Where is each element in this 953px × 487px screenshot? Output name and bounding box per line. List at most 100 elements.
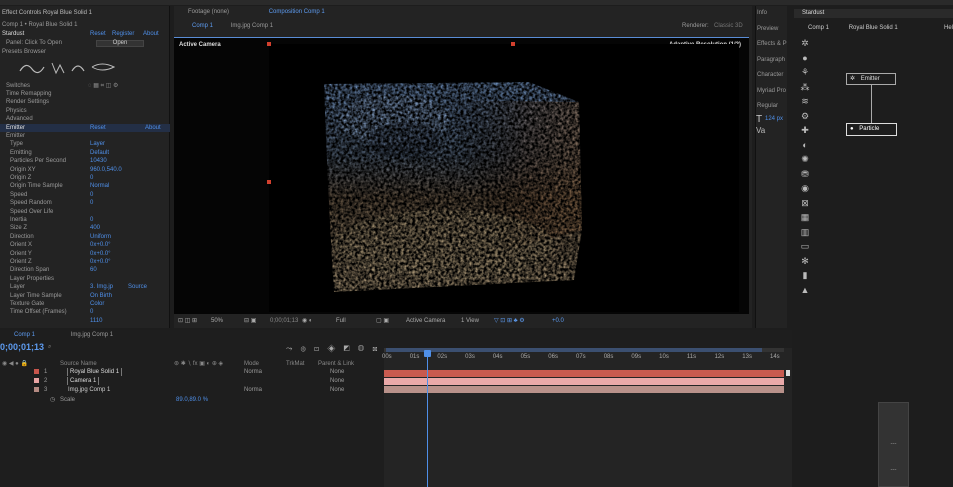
handle-top-mid[interactable] bbox=[511, 42, 515, 46]
layer-bar-2[interactable] bbox=[384, 378, 784, 385]
layer-name[interactable]: Royal Blue Solid 1 bbox=[66, 368, 123, 376]
flake-tool-icon[interactable]: ✻ bbox=[798, 254, 812, 269]
timeline-timecode[interactable]: 0;00;01;13 bbox=[0, 342, 44, 352]
right-panel-item[interactable]: Effects & P bbox=[757, 41, 787, 47]
effect-property-row[interactable]: Layer 3. Img.jp Source bbox=[0, 283, 170, 291]
force-tool-icon[interactable]: ⁂ bbox=[798, 80, 812, 95]
stardust-effect-row[interactable]: Stardust Reset Register About bbox=[0, 30, 169, 38]
effect-property-row[interactable]: Emitter Reset About bbox=[0, 123, 170, 132]
help-link[interactable]: Help bbox=[944, 24, 953, 32]
trkmat-header[interactable]: TrkMat bbox=[286, 360, 304, 368]
property-value[interactable]: 3. Img.jp bbox=[90, 283, 113, 291]
effect-property-row[interactable]: Type Layer bbox=[0, 140, 170, 148]
property-value[interactable]: Uniform bbox=[90, 233, 111, 241]
timeline-tab-img[interactable]: Img.jpg Comp 1 bbox=[67, 331, 117, 339]
timeline-layer-row[interactable]: 2 Camera 1 None bbox=[0, 377, 384, 385]
effect-property-row[interactable]: Direction Span 60 bbox=[0, 266, 170, 274]
presets-browser-row[interactable]: Presets Browser bbox=[0, 48, 169, 56]
emitter-tool-icon[interactable]: ✲ bbox=[798, 36, 812, 51]
effect-property-row[interactable]: Origin XY 960.0,540.0 bbox=[0, 166, 170, 174]
shape-tool-icon[interactable]: ⊠ bbox=[798, 196, 812, 211]
property-value-secondary[interactable]: Source bbox=[128, 283, 147, 291]
preset-strokes[interactable] bbox=[18, 59, 128, 77]
property-value[interactable]: 0 bbox=[90, 199, 93, 207]
property-value[interactable]: Reset bbox=[90, 124, 106, 132]
right-panel-item[interactable]: Regular bbox=[757, 103, 778, 109]
right-panel-item[interactable]: Paragraph bbox=[757, 57, 785, 63]
property-value[interactable]: Layer bbox=[90, 140, 105, 148]
comp1-subtab[interactable]: Comp 1 bbox=[188, 22, 217, 30]
property-value[interactable]: Color bbox=[90, 300, 104, 308]
scale-value[interactable]: 89.0,89.0 % bbox=[176, 396, 208, 404]
property-value[interactable]: 400 bbox=[90, 224, 100, 232]
effect-property-row[interactable]: Texture Gate Color bbox=[0, 300, 170, 308]
effect-property-row[interactable]: Direction Uniform bbox=[0, 233, 170, 241]
effect-property-row[interactable]: Emitting Default bbox=[0, 149, 170, 157]
effect-property-row[interactable]: Time Remapping bbox=[0, 90, 170, 98]
reset-link[interactable]: Reset bbox=[90, 30, 106, 38]
turbulence-tool-icon[interactable]: ≋ bbox=[798, 94, 812, 109]
spark-tool-icon[interactable]: ✺ bbox=[798, 152, 812, 167]
exposure-value[interactable]: +0.0 bbox=[552, 315, 564, 327]
property-value[interactable]: 0 bbox=[90, 216, 93, 224]
column-tool-icon[interactable]: ▥ bbox=[798, 225, 812, 240]
composition-tab[interactable]: Composition Comp 1 bbox=[265, 8, 329, 16]
box-tool-icon[interactable]: ▭ bbox=[798, 239, 812, 254]
effect-property-row[interactable]: Layer Time Sample On Birth bbox=[0, 292, 170, 300]
current-time-display[interactable]: 0;00;01;13 bbox=[270, 315, 298, 327]
layer-parent[interactable]: None bbox=[330, 377, 344, 385]
open-button[interactable]: Open bbox=[96, 40, 144, 47]
zoom-dropdown[interactable]: 50% bbox=[211, 315, 223, 327]
property-value[interactable]: 10430 bbox=[90, 157, 107, 165]
time-ruler[interactable]: 00s 01s 02s 03s 04s 05s 06s 07s 08s 09s 10s 11s 12s 1… bbox=[382, 354, 784, 362]
effect-property-row[interactable]: Emitter bbox=[0, 132, 170, 140]
timeline-tab-comp[interactable]: Comp 1 bbox=[10, 331, 39, 339]
active-camera-dropdown[interactable]: Active Camera bbox=[406, 315, 445, 327]
camera-snapshot-icon[interactable]: ◉ ◐ bbox=[302, 315, 313, 327]
layer-name[interactable]: Img.jpg Comp 1 bbox=[68, 386, 110, 394]
layer-parent[interactable]: None bbox=[330, 386, 344, 394]
grid-tool-icon[interactable]: ▦ bbox=[798, 210, 812, 225]
effect-property-row[interactable]: Orient Y 0x+0.0° bbox=[0, 250, 170, 258]
font-size-value[interactable]: 124 px bbox=[765, 116, 783, 122]
stardust-side-box[interactable]: --- --- bbox=[878, 402, 909, 487]
renderer-value[interactable]: Classic 3D bbox=[714, 22, 743, 30]
work-area-bar[interactable] bbox=[384, 348, 784, 352]
timeline-layer-row[interactable]: 1 Royal Blue Solid 1 Norma None bbox=[0, 368, 384, 376]
plus-tool-icon[interactable]: ✚ bbox=[798, 123, 812, 138]
timeline-layer-row[interactable]: 3 Img.jpg Comp 1 Norma None bbox=[0, 386, 384, 394]
layer-bar-1[interactable] bbox=[384, 370, 784, 377]
about-link[interactable]: About bbox=[143, 30, 159, 38]
gear-tool-icon[interactable]: ⚙ bbox=[798, 109, 812, 124]
effect-property-row[interactable]: 1110 bbox=[0, 317, 170, 325]
right-panel-item[interactable]: Character bbox=[757, 72, 783, 78]
effect-property-row[interactable]: Speed Random 0 bbox=[0, 199, 170, 207]
layer-label-color[interactable] bbox=[34, 369, 39, 374]
source-name-header[interactable]: Source Name bbox=[60, 360, 97, 368]
drop-tool-icon[interactable]: ▲ bbox=[798, 283, 812, 298]
handle-top-left[interactable] bbox=[267, 42, 271, 46]
effect-property-row[interactable]: Layer Properties bbox=[0, 275, 170, 283]
composition-viewer[interactable]: Active Camera Adaptive Resolution (1/2) bbox=[174, 37, 749, 314]
region-icon[interactable]: ⊟ ▣ bbox=[244, 315, 256, 327]
right-panel-item[interactable]: Info bbox=[757, 10, 767, 16]
playhead-line[interactable] bbox=[427, 352, 428, 487]
property-value[interactable]: 1110 bbox=[90, 317, 102, 325]
layer-label-color[interactable] bbox=[34, 378, 39, 383]
replicator-tool-icon[interactable]: ⚘ bbox=[798, 65, 812, 80]
effect-property-row[interactable]: Origin Z 0 bbox=[0, 174, 170, 182]
effect-property-row[interactable]: Size Z 400 bbox=[0, 224, 170, 232]
grid-icon[interactable]: ▢ ▣ bbox=[376, 315, 389, 327]
property-value[interactable]: 0 bbox=[90, 191, 93, 199]
search-icon[interactable]: ⌕ bbox=[48, 344, 56, 352]
effect-property-row[interactable]: Render Settings bbox=[0, 98, 170, 106]
right-panel-item[interactable]: Preview bbox=[757, 26, 778, 32]
mode-header[interactable]: Mode bbox=[244, 360, 259, 368]
effect-property-row[interactable]: Speed 0 bbox=[0, 191, 170, 199]
switches-icons[interactable]: ◌ ▦ ⌗ ◫ ⚙ bbox=[88, 82, 118, 90]
effect-property-row[interactable]: Time Offset (Frames) 0 bbox=[0, 308, 170, 316]
view-layout-dropdown[interactable]: 1 View bbox=[461, 315, 479, 327]
stardust-tab[interactable]: Stardust bbox=[794, 9, 953, 18]
property-value[interactable]: Default bbox=[90, 149, 109, 157]
property-value-secondary[interactable]: About bbox=[145, 124, 161, 132]
